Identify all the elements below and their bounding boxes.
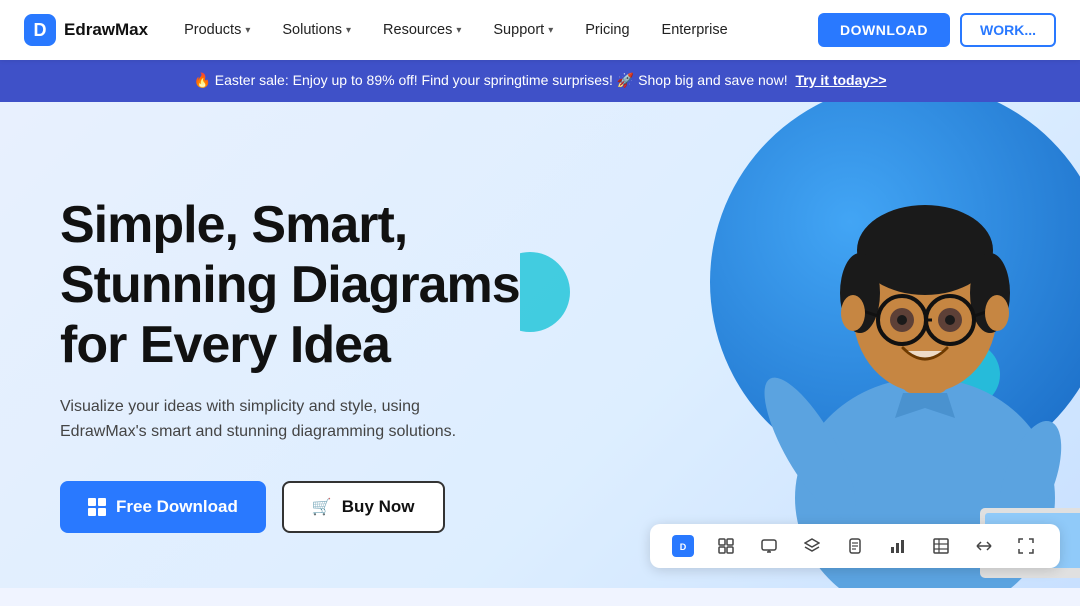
nav-solutions-label: Solutions bbox=[282, 22, 342, 38]
logo-link[interactable]: D EdrawMax bbox=[24, 14, 148, 46]
person-illustration bbox=[740, 138, 1080, 588]
promo-banner: 🔥 Easter sale: Enjoy up to 89% off! Find… bbox=[0, 60, 1080, 102]
table-icon bbox=[933, 538, 949, 554]
nav-resources-label: Resources bbox=[383, 22, 452, 38]
download-button[interactable]: DOWNLOAD bbox=[818, 13, 950, 47]
toolbar-icon-resize[interactable] bbox=[973, 535, 995, 557]
banner-link[interactable]: Try it today>> bbox=[795, 72, 886, 88]
chevron-down-icon: ▾ bbox=[346, 25, 351, 36]
logo-icon: D bbox=[24, 14, 56, 46]
nav-links: Products ▾ Solutions ▾ Resources ▾ Suppo… bbox=[168, 0, 818, 60]
bottom-toolbar: D bbox=[650, 524, 1060, 568]
nav-products-label: Products bbox=[184, 22, 241, 38]
nav-item-enterprise[interactable]: Enterprise bbox=[646, 0, 744, 60]
hero-section: Simple, Smart, Stunning Diagrams for Eve… bbox=[0, 102, 1080, 588]
nav-support-label: Support bbox=[493, 22, 544, 38]
hero-title: Simple, Smart, Stunning Diagrams for Eve… bbox=[60, 196, 580, 375]
hero-left: Simple, Smart, Stunning Diagrams for Eve… bbox=[60, 196, 580, 533]
fullscreen-icon bbox=[1018, 538, 1034, 554]
nav-pricing-label: Pricing bbox=[585, 22, 629, 38]
edraw-icon: D bbox=[676, 539, 690, 553]
nav-item-solutions[interactable]: Solutions ▾ bbox=[266, 0, 367, 60]
chevron-down-icon: ▾ bbox=[548, 25, 553, 36]
free-download-button[interactable]: Free Download bbox=[60, 481, 266, 533]
toolbar-icon-table[interactable] bbox=[930, 535, 952, 557]
chart-icon bbox=[890, 538, 906, 554]
brand-name: EdrawMax bbox=[64, 20, 148, 40]
logo-letter: D bbox=[34, 20, 47, 41]
free-download-label: Free Download bbox=[116, 497, 238, 517]
banner-text: 🔥 Easter sale: Enjoy up to 89% off! Find… bbox=[193, 72, 787, 88]
nav-item-pricing[interactable]: Pricing bbox=[569, 0, 645, 60]
nav-item-support[interactable]: Support ▾ bbox=[477, 0, 569, 60]
toolbar-icon-chart[interactable] bbox=[887, 535, 909, 557]
toolbar-icon-fullscreen[interactable] bbox=[1015, 535, 1037, 557]
toolbar-icon-edraw[interactable]: D bbox=[672, 535, 694, 557]
navbar: D EdrawMax Products ▾ Solutions ▾ Resour… bbox=[0, 0, 1080, 60]
toolbar-icon-layers[interactable] bbox=[801, 535, 823, 557]
chevron-down-icon: ▾ bbox=[245, 25, 250, 36]
toolbar-icon-monitor[interactable] bbox=[758, 535, 780, 557]
nav-item-resources[interactable]: Resources ▾ bbox=[367, 0, 477, 60]
monitor-icon bbox=[761, 538, 777, 554]
toolbar-icon-grid[interactable] bbox=[715, 535, 737, 557]
windows-icon bbox=[88, 498, 106, 516]
nav-item-products[interactable]: Products ▾ bbox=[168, 0, 266, 60]
buy-now-label: Buy Now bbox=[342, 497, 415, 517]
work-button[interactable]: WORK... bbox=[960, 13, 1056, 47]
hero-buttons: Free Download 🛒 Buy Now bbox=[60, 481, 580, 533]
layers-icon bbox=[804, 538, 820, 554]
cart-icon: 🛒 bbox=[312, 497, 332, 517]
svg-text:D: D bbox=[680, 542, 687, 552]
buy-now-button[interactable]: 🛒 Buy Now bbox=[282, 481, 445, 533]
hero-illustration bbox=[520, 102, 1080, 588]
toolbar-icon-document[interactable] bbox=[844, 535, 866, 557]
chevron-down-icon: ▾ bbox=[456, 25, 461, 36]
document-icon bbox=[847, 538, 863, 554]
nav-right: DOWNLOAD WORK... bbox=[818, 13, 1056, 47]
nav-enterprise-label: Enterprise bbox=[662, 22, 728, 38]
grid-icon bbox=[718, 538, 734, 554]
hero-subtitle: Visualize your ideas with simplicity and… bbox=[60, 394, 500, 445]
resize-icon bbox=[976, 538, 992, 554]
